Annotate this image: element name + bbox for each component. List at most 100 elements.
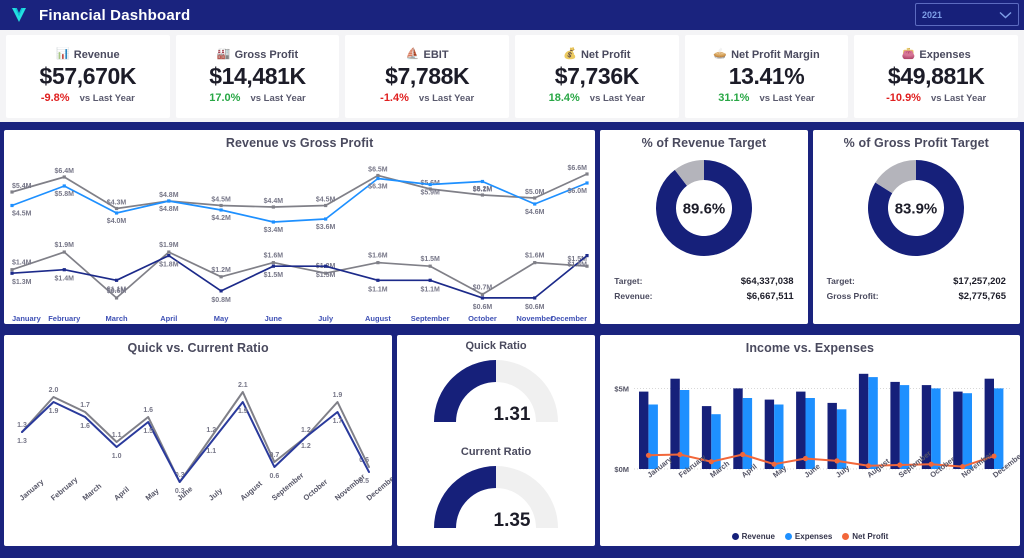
svg-text:July: July	[207, 485, 225, 502]
svg-text:1.35: 1.35	[494, 510, 531, 531]
kv-row: Revenue: $6,667,511	[614, 291, 793, 302]
svg-text:1.9: 1.9	[333, 392, 343, 399]
svg-text:August: August	[238, 479, 264, 503]
kpi-value: $7,788K	[385, 62, 470, 89]
kpi-footer: -9.8% vs Last Year	[41, 92, 135, 104]
svg-text:$1.4M: $1.4M	[55, 276, 75, 283]
svg-text:$4.2M: $4.2M	[211, 215, 231, 222]
svg-text:1.9: 1.9	[49, 408, 59, 415]
legend-swatch-icon	[731, 533, 739, 540]
kpi-card-revenue[interactable]: 📊 Revenue $57,670K -9.8% vs Last Year	[6, 35, 170, 118]
dashboard-row-2: Quick vs. Current Ratio 1.3 2.0 1.7 1.1 1.6 0…	[0, 332, 1024, 550]
svg-text:June: June	[265, 314, 283, 323]
svg-text:January: January	[12, 314, 42, 323]
svg-text:$4.5M: $4.5M	[316, 197, 336, 204]
legend-label: Net Profit	[852, 532, 889, 541]
svg-text:$1.5M: $1.5M	[316, 272, 336, 279]
kv-key: Target:	[826, 276, 855, 286]
chart-income-vs-expenses[interactable]: $0M $5M January February March April May June Ju…	[600, 355, 1020, 532]
factory-icon: 🏭	[216, 48, 231, 61]
svg-text:$0.8M: $0.8M	[211, 297, 231, 304]
kpi-label: Net Profit	[580, 48, 631, 61]
gross-profit-target-values: Target: $17,257,202 Gross Profit: $2,775…	[813, 272, 1020, 302]
svg-text:1.31: 1.31	[494, 404, 531, 425]
v-logo-icon	[8, 4, 30, 26]
kv-value: $64,337,038	[740, 276, 794, 287]
legend-swatch-icon	[784, 533, 792, 540]
chart-revenue-target-donut[interactable]: 89.6% Target: $64,337,038 Revenue: $6,66…	[600, 150, 807, 324]
chevron-down-icon	[999, 11, 1012, 19]
legend-income-vs-expenses: Revenue Expenses Net Profit	[600, 532, 1020, 546]
svg-text:$3.4M: $3.4M	[264, 227, 284, 234]
kv-value: $2,775,765	[958, 291, 1006, 302]
panel-gross-profit-target: % of Gross Profit Target 83.9% Target: $…	[812, 130, 1020, 324]
svg-text:$1.6M: $1.6M	[525, 253, 545, 260]
panel-title-income-vs-expenses: Income vs. Expenses	[745, 341, 875, 355]
svg-text:1.3: 1.3	[17, 438, 27, 445]
svg-text:$4.8M: $4.8M	[159, 192, 179, 199]
legend-item[interactable]: Expenses	[784, 532, 832, 541]
kv-value: $17,257,202	[953, 276, 1006, 287]
kpi-header: 💰 Net Profit	[563, 49, 630, 61]
svg-text:$6.5M: $6.5M	[368, 167, 388, 174]
svg-text:$1.9M: $1.9M	[159, 242, 179, 249]
svg-text:$4.0M: $4.0M	[107, 218, 127, 225]
kpi-card-expenses[interactable]: 👛 Expenses $49,881K -10.9% vs Last Year	[854, 35, 1019, 118]
kpi-comparison-label: vs Last Year	[759, 93, 815, 105]
kpi-card-net-profit-margin[interactable]: 🥧 Net Profit Margin 13.41% 31.1% vs Last Yea…	[684, 35, 849, 118]
svg-text:$5.8M: $5.8M	[55, 191, 75, 198]
kpi-comparison-label: vs Last Year	[79, 93, 135, 105]
svg-text:October: October	[301, 477, 329, 502]
svg-text:$1.1M: $1.1M	[420, 286, 440, 293]
svg-text:83.9%: 83.9%	[895, 201, 938, 218]
legend-item[interactable]: Revenue	[731, 532, 775, 541]
svg-text:$5.9M: $5.9M	[420, 190, 440, 197]
chart-gross-profit-target-donut[interactable]: 83.9% Target: $17,257,202 Gross Profit: …	[813, 150, 1020, 324]
svg-text:$1.5M: $1.5M	[420, 256, 440, 263]
chart-revenue-vs-gross-profit[interactable]: $5.4M $6.4M $4.3M $4.8M $4.5M $4.4M $4.5M $6.5M…	[4, 150, 595, 324]
svg-text:$4.3M: $4.3M	[107, 200, 127, 207]
svg-text:$6.6M: $6.6M	[568, 165, 588, 172]
kpi-card-ebit[interactable]: ⛵ EBIT $7,788K -1.4% vs Last Year	[345, 35, 510, 118]
kpi-value: $49,881K	[887, 62, 985, 89]
pie-chart-icon: 🥧	[713, 48, 728, 61]
kpi-card-net-profit[interactable]: 💰 Net Profit $7,736K 18.4% vs Last Year	[515, 35, 679, 118]
svg-text:$4.6M: $4.6M	[525, 209, 545, 216]
svg-text:January: January	[18, 477, 46, 503]
legend-item[interactable]: Net Profit	[842, 532, 888, 541]
kpi-delta: -9.8%	[40, 92, 70, 105]
svg-text:April: April	[112, 485, 131, 503]
legend-label: Revenue	[741, 532, 775, 541]
gauge-current-ratio[interactable]: Current Ratio 1.35	[397, 441, 595, 547]
svg-text:$0.6M: $0.6M	[473, 304, 493, 311]
svg-text:February: February	[49, 474, 80, 502]
kv-row: Gross Profit: $2,775,765	[827, 291, 1006, 302]
year-selector[interactable]: 2021	[915, 3, 1019, 26]
svg-text:$1.8M: $1.8M	[159, 262, 179, 269]
svg-text:$5M: $5M	[614, 384, 629, 393]
kpi-footer: 31.1% vs Last Year	[718, 92, 815, 104]
svg-text:November: November	[516, 314, 553, 323]
svg-text:$1.1M: $1.1M	[368, 286, 388, 293]
kv-row: Target: $17,257,202	[827, 276, 1006, 287]
kpi-header: 🥧 Net Profit Margin	[713, 49, 819, 61]
gauge-quick-ratio[interactable]: Quick Ratio 1.31	[397, 335, 595, 441]
app-header: Financial Dashboard 2021	[0, 0, 1024, 30]
svg-text:1.6: 1.6	[80, 423, 90, 430]
svg-text:0.6: 0.6	[269, 473, 279, 480]
kv-key: Gross Profit:	[826, 291, 879, 301]
kpi-header: 🏭 Gross Profit	[217, 49, 298, 61]
svg-text:July: July	[318, 314, 334, 323]
gauge-title-quick-ratio: Quick Ratio	[465, 340, 527, 352]
panel-ratio-gauges: Quick Ratio 1.31 Current Ratio 1.35	[397, 335, 595, 546]
kv-key: Revenue:	[614, 291, 653, 301]
svg-text:1.2: 1.2	[301, 443, 311, 450]
kpi-card-gross-profit[interactable]: 🏭 Gross Profit $14,481K 17.0% vs Last Year	[175, 35, 340, 118]
legend-swatch-icon	[842, 533, 850, 540]
svg-text:August: August	[365, 314, 391, 323]
svg-text:1.7: 1.7	[333, 418, 343, 425]
money-bag-icon: 💰	[563, 48, 577, 61]
chart-quick-vs-current-ratio[interactable]: 1.3 2.0 1.7 1.1 1.6 0.3 1.2 2.1 0.7 1.2 1.9 0.6 1.3 1…	[4, 355, 392, 546]
svg-text:1.0: 1.0	[112, 453, 122, 460]
svg-text:$6.1M: $6.1M	[473, 187, 493, 194]
